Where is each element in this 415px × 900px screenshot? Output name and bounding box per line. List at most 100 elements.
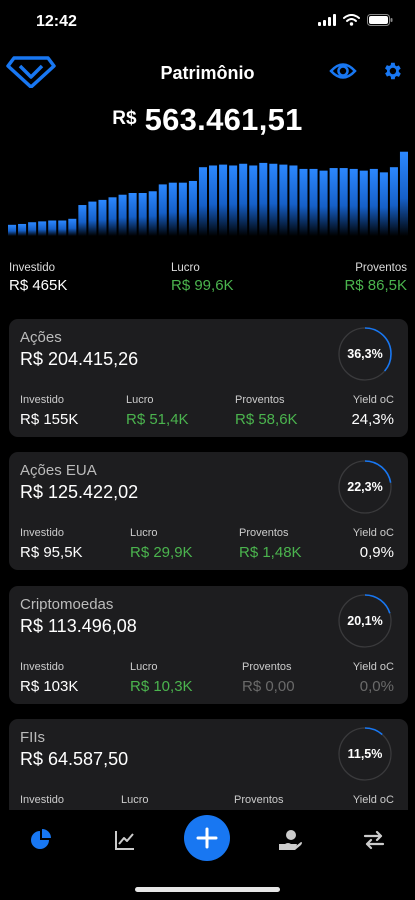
metric-income-label: Proventos bbox=[239, 527, 289, 539]
metric-profit: Lucro R$ 51,4K bbox=[126, 394, 189, 428]
metric-yield-value: 24,3% bbox=[351, 411, 394, 428]
battery-icon bbox=[367, 14, 393, 26]
status-bar: 12:42 bbox=[0, 0, 415, 44]
summary-income: Proventos R$ 86,5K bbox=[344, 262, 407, 294]
metric-income: Proventos R$ 0,00 bbox=[242, 661, 295, 695]
asset-card-acoes[interactable]: Ações R$ 204.415,26 36,3% Investido R$ 1… bbox=[9, 319, 408, 437]
metric-yield-label: Yield oC bbox=[352, 527, 394, 539]
history-bar bbox=[299, 168, 308, 236]
history-bar bbox=[128, 193, 137, 236]
metric-profit: Lucro R$ 29,9K bbox=[130, 527, 193, 561]
settings-button[interactable] bbox=[381, 60, 403, 87]
metric-profit-label: Lucro bbox=[121, 794, 149, 806]
metric-yield-label: Yield oC bbox=[352, 794, 394, 806]
allocation-percent: 36,3% bbox=[347, 347, 383, 361]
metric-invested: Investido R$ 95,5K bbox=[20, 527, 83, 561]
history-bar bbox=[249, 165, 258, 236]
header: Patrimônio bbox=[0, 52, 415, 94]
metric-profit: Lucro bbox=[121, 794, 149, 806]
history-bar bbox=[108, 197, 117, 236]
tab-transactions[interactable] bbox=[362, 828, 386, 857]
summary-row: Investido R$ 465K Lucro R$ 99,6K Provent… bbox=[0, 262, 415, 298]
metric-income: Proventos bbox=[234, 794, 284, 806]
card-name: Ações bbox=[20, 329, 62, 346]
allocation-ring: 36,3% bbox=[337, 326, 393, 382]
total-balance: R$ 563.461,51 bbox=[0, 102, 415, 138]
total-currency: R$ bbox=[112, 108, 137, 129]
history-bar bbox=[38, 221, 47, 236]
history-bar bbox=[279, 164, 288, 236]
summary-invested-label: Investido bbox=[9, 262, 56, 274]
history-bar bbox=[158, 184, 167, 236]
toggle-visibility-button[interactable] bbox=[329, 60, 357, 87]
metric-yield: Yield oC 0,9% bbox=[353, 527, 394, 561]
tab-dividends[interactable] bbox=[277, 828, 303, 857]
tab-performance[interactable] bbox=[113, 828, 137, 857]
metric-invested-value: R$ 95,5K bbox=[20, 544, 83, 561]
gear-icon bbox=[385, 62, 401, 80]
history-bar bbox=[319, 170, 328, 236]
metric-profit-label: Lucro bbox=[130, 527, 158, 539]
history-bar bbox=[78, 205, 87, 236]
history-bar bbox=[58, 220, 67, 236]
plus-icon bbox=[196, 827, 218, 849]
metric-profit-label: Lucro bbox=[130, 661, 158, 673]
allocation-percent: 20,1% bbox=[347, 614, 383, 628]
metric-income-value: R$ 0,00 bbox=[242, 678, 295, 695]
history-bar bbox=[229, 165, 238, 236]
metric-invested-label: Investido bbox=[20, 527, 65, 539]
metric-invested: Investido bbox=[20, 794, 64, 806]
history-bar bbox=[329, 168, 338, 236]
history-bar bbox=[399, 151, 408, 236]
metric-yield-value: 0,0% bbox=[359, 678, 394, 695]
asset-card-acoes-eua[interactable]: Ações EUA R$ 125.422,02 22,3% Investido … bbox=[9, 452, 408, 570]
total-value: 563.461,51 bbox=[144, 102, 303, 137]
history-bar bbox=[239, 163, 248, 236]
asset-card-criptomoedas[interactable]: Criptomoedas R$ 113.496,08 20,1% Investi… bbox=[9, 586, 408, 704]
history-bar bbox=[289, 165, 298, 236]
transfer-arrows-icon bbox=[363, 830, 385, 850]
pie-chart-icon bbox=[31, 829, 51, 849]
tab-bar bbox=[0, 810, 415, 900]
summary-invested-value: R$ 465K bbox=[9, 277, 68, 294]
card-value: R$ 125.422,02 bbox=[20, 482, 139, 502]
wifi-icon bbox=[343, 14, 360, 26]
history-bar bbox=[98, 199, 107, 236]
history-bar bbox=[8, 224, 17, 236]
allocation-percent: 22,3% bbox=[347, 480, 383, 494]
history-bar bbox=[188, 180, 197, 236]
metric-yield: Yield oC bbox=[353, 794, 394, 806]
history-bar bbox=[309, 168, 318, 236]
history-bar bbox=[349, 168, 358, 236]
card-name: Criptomoedas bbox=[20, 596, 114, 613]
metric-income-value: R$ 58,6K bbox=[235, 411, 298, 428]
allocation-ring: 20,1% bbox=[337, 593, 393, 649]
metric-profit-value: R$ 10,3K bbox=[130, 678, 193, 695]
allocation-percent: 11,5% bbox=[347, 747, 383, 761]
card-value: R$ 113.496,08 bbox=[20, 616, 137, 636]
metric-yield-label: Yield oC bbox=[352, 661, 394, 673]
metric-income-label: Proventos bbox=[234, 794, 284, 806]
tab-portfolio[interactable] bbox=[29, 828, 53, 857]
history-bar bbox=[198, 167, 207, 236]
history-bar bbox=[339, 168, 348, 236]
metric-invested: Investido R$ 103K bbox=[20, 661, 78, 695]
metric-income: Proventos R$ 58,6K bbox=[235, 394, 298, 428]
history-bar bbox=[389, 167, 398, 236]
summary-profit: Lucro R$ 99,6K bbox=[171, 262, 234, 294]
history-bar bbox=[88, 201, 97, 236]
metric-profit: Lucro R$ 10,3K bbox=[130, 661, 193, 695]
summary-invested: Investido R$ 465K bbox=[9, 262, 67, 294]
summary-profit-label: Lucro bbox=[171, 262, 200, 274]
add-transaction-button[interactable] bbox=[184, 815, 230, 861]
metric-income-label: Proventos bbox=[235, 394, 285, 406]
metric-invested-value: R$ 155K bbox=[20, 411, 79, 428]
history-bar bbox=[359, 170, 368, 236]
metric-invested-value: R$ 103K bbox=[20, 678, 79, 695]
metric-invested-label: Investido bbox=[20, 394, 65, 406]
metric-invested: Investido R$ 155K bbox=[20, 394, 78, 428]
summary-income-label: Proventos bbox=[355, 262, 407, 274]
card-name: Ações EUA bbox=[20, 462, 97, 479]
metric-yield-label: Yield oC bbox=[352, 394, 394, 406]
signal-icon bbox=[318, 14, 336, 26]
